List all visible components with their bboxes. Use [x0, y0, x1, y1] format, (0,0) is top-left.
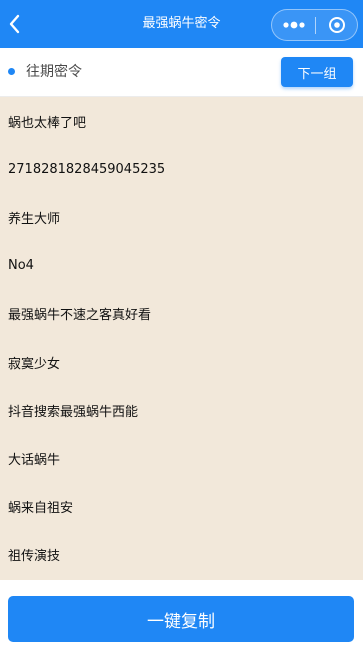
chevron-left-icon: [9, 14, 20, 34]
mini-program-capsule: [271, 9, 358, 41]
list-item: No4: [8, 258, 34, 274]
footer-bar: 一键复制: [0, 580, 363, 653]
list-item: 最强蜗牛不速之客真好看: [8, 308, 152, 324]
list-item: 祖传演技: [8, 549, 61, 565]
list-item: 2718281828459045235: [8, 161, 166, 177]
list-item: 大话蜗牛: [8, 452, 61, 468]
code-list: 蜗也太棒了吧 2718281828459045235 养生大师 No4 最强蜗牛…: [0, 97, 363, 580]
nav-bar: 最强蜗牛密令: [0, 0, 363, 48]
target-circle-icon: [329, 17, 345, 33]
section-title: 往期密令: [26, 64, 82, 80]
list-item: 养生大师: [8, 211, 61, 227]
section-header: 往期密令 下一组: [0, 48, 363, 97]
close-button[interactable]: [316, 10, 358, 40]
bullet-dot: [8, 68, 15, 75]
list-item: 寂寞少女: [8, 356, 61, 372]
list-item: 抖音搜索最强蜗牛西能: [8, 404, 139, 420]
more-button[interactable]: [272, 10, 315, 40]
back-button[interactable]: [0, 6, 28, 42]
next-group-button[interactable]: 下一组: [281, 57, 353, 87]
copy-all-button[interactable]: 一键复制: [8, 596, 354, 642]
more-dots-icon: [282, 21, 305, 29]
list-item: 蜗来自祖安: [8, 501, 74, 517]
list-item: 蜗也太棒了吧: [8, 115, 87, 131]
